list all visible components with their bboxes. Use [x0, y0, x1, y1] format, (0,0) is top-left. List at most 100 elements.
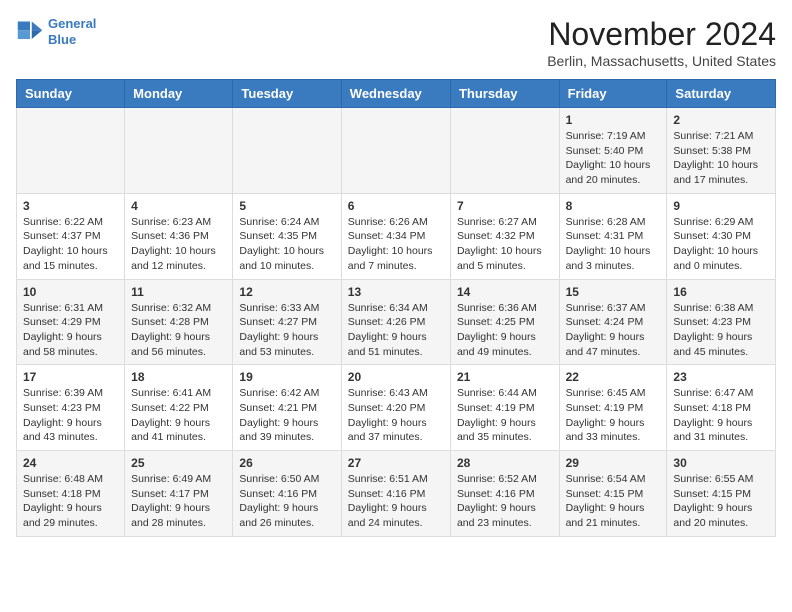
- calendar-cell: 18Sunrise: 6:41 AM Sunset: 4:22 PM Dayli…: [125, 365, 233, 451]
- calendar-cell: 1 Sunrise: 7:19 AM Sunset: 5:40 PM Daylig…: [559, 108, 667, 194]
- calendar-cell: [17, 108, 125, 194]
- day-info: Sunrise: 6:55 AM Sunset: 4:15 PM Dayligh…: [673, 472, 769, 531]
- day-info: Sunrise: 7:21 AM Sunset: 5:38 PM Dayligh…: [673, 129, 769, 188]
- day-info: Sunrise: 6:29 AM Sunset: 4:30 PM Dayligh…: [673, 215, 769, 274]
- weekday-header-monday: Monday: [125, 80, 233, 108]
- day-info: Sunrise: 6:34 AM Sunset: 4:26 PM Dayligh…: [348, 301, 444, 360]
- header: General Blue November 2024 Berlin, Massa…: [16, 16, 776, 69]
- day-info: Sunrise: 6:50 AM Sunset: 4:16 PM Dayligh…: [239, 472, 334, 531]
- calendar-cell: 28Sunrise: 6:52 AM Sunset: 4:16 PM Dayli…: [450, 451, 559, 537]
- day-number: 6: [348, 199, 444, 213]
- day-info: Sunrise: 6:45 AM Sunset: 4:19 PM Dayligh…: [566, 386, 661, 445]
- day-number: 20: [348, 370, 444, 384]
- calendar-cell: 4Sunrise: 6:23 AM Sunset: 4:36 PM Daylig…: [125, 193, 233, 279]
- day-number: 10: [23, 285, 118, 299]
- day-info: Sunrise: 6:26 AM Sunset: 4:34 PM Dayligh…: [348, 215, 444, 274]
- day-number: 1: [566, 113, 661, 127]
- calendar-cell: [450, 108, 559, 194]
- month-title: November 2024: [547, 16, 776, 53]
- day-number: 29: [566, 456, 661, 470]
- weekday-header-sunday: Sunday: [17, 80, 125, 108]
- calendar-cell: [341, 108, 450, 194]
- logo-text: General Blue: [48, 16, 96, 47]
- weekday-header-wednesday: Wednesday: [341, 80, 450, 108]
- day-info: Sunrise: 6:31 AM Sunset: 4:29 PM Dayligh…: [23, 301, 118, 360]
- day-number: 21: [457, 370, 553, 384]
- week-row-3: 10 Sunrise: 6:31 AM Sunset: 4:29 PM Dayli…: [17, 279, 776, 365]
- calendar-table: SundayMondayTuesdayWednesdayThursdayFrid…: [16, 79, 776, 537]
- day-info: Sunrise: 6:41 AM Sunset: 4:22 PM Dayligh…: [131, 386, 226, 445]
- day-info: Sunrise: 6:47 AM Sunset: 4:18 PM Dayligh…: [673, 386, 769, 445]
- calendar-cell: 2 Sunrise: 7:21 AM Sunset: 5:38 PM Daylig…: [667, 108, 776, 194]
- day-number: 25: [131, 456, 226, 470]
- logo-icon: [16, 18, 44, 46]
- week-row-4: 17Sunrise: 6:39 AM Sunset: 4:23 PM Dayli…: [17, 365, 776, 451]
- day-info: Sunrise: 6:38 AM Sunset: 4:23 PM Dayligh…: [673, 301, 769, 360]
- weekday-header-thursday: Thursday: [450, 80, 559, 108]
- calendar-cell: 13 Sunrise: 6:34 AM Sunset: 4:26 PM Dayli…: [341, 279, 450, 365]
- weekday-header-friday: Friday: [559, 80, 667, 108]
- calendar-cell: 12 Sunrise: 6:33 AM Sunset: 4:27 PM Dayli…: [233, 279, 341, 365]
- day-info: Sunrise: 6:49 AM Sunset: 4:17 PM Dayligh…: [131, 472, 226, 531]
- day-info: Sunrise: 6:51 AM Sunset: 4:16 PM Dayligh…: [348, 472, 444, 531]
- day-number: 17: [23, 370, 118, 384]
- calendar-cell: 11 Sunrise: 6:32 AM Sunset: 4:28 PM Dayli…: [125, 279, 233, 365]
- day-number: 30: [673, 456, 769, 470]
- calendar-cell: 6 Sunrise: 6:26 AM Sunset: 4:34 PM Daylig…: [341, 193, 450, 279]
- day-info: Sunrise: 6:22 AM Sunset: 4:37 PM Dayligh…: [23, 215, 118, 274]
- location-subtitle: Berlin, Massachusetts, United States: [547, 53, 776, 69]
- calendar-cell: 3 Sunrise: 6:22 AM Sunset: 4:37 PM Daylig…: [17, 193, 125, 279]
- week-row-1: 1 Sunrise: 7:19 AM Sunset: 5:40 PM Daylig…: [17, 108, 776, 194]
- day-number: 9: [673, 199, 769, 213]
- calendar-cell: [125, 108, 233, 194]
- calendar-cell: 9 Sunrise: 6:29 AM Sunset: 4:30 PM Daylig…: [667, 193, 776, 279]
- day-number: 22: [566, 370, 661, 384]
- day-number: 14: [457, 285, 553, 299]
- calendar-cell: 27 Sunrise: 6:51 AM Sunset: 4:16 PM Dayli…: [341, 451, 450, 537]
- day-info: Sunrise: 6:24 AM Sunset: 4:35 PM Dayligh…: [239, 215, 334, 274]
- day-number: 19: [239, 370, 334, 384]
- calendar-cell: 25 Sunrise: 6:49 AM Sunset: 4:17 PM Dayli…: [125, 451, 233, 537]
- day-number: 11: [131, 285, 226, 299]
- day-info: Sunrise: 6:44 AM Sunset: 4:19 PM Dayligh…: [457, 386, 553, 445]
- calendar-cell: 19 Sunrise: 6:42 AM Sunset: 4:21 PM Dayli…: [233, 365, 341, 451]
- calendar-cell: 14 Sunrise: 6:36 AM Sunset: 4:25 PM Dayli…: [450, 279, 559, 365]
- day-info: Sunrise: 6:48 AM Sunset: 4:18 PM Dayligh…: [23, 472, 118, 531]
- day-number: 8: [566, 199, 661, 213]
- day-number: 16: [673, 285, 769, 299]
- day-info: Sunrise: 6:27 AM Sunset: 4:32 PM Dayligh…: [457, 215, 553, 274]
- day-number: 23: [673, 370, 769, 384]
- day-number: 12: [239, 285, 334, 299]
- day-number: 13: [348, 285, 444, 299]
- day-info: Sunrise: 6:23 AM Sunset: 4:36 PM Dayligh…: [131, 215, 226, 274]
- calendar-cell: 20 Sunrise: 6:43 AM Sunset: 4:20 PM Dayli…: [341, 365, 450, 451]
- day-info: Sunrise: 6:43 AM Sunset: 4:20 PM Dayligh…: [348, 386, 444, 445]
- calendar-cell: 22 Sunrise: 6:45 AM Sunset: 4:19 PM Dayli…: [559, 365, 667, 451]
- day-number: 24: [23, 456, 118, 470]
- calendar-cell: [233, 108, 341, 194]
- day-info: Sunrise: 6:42 AM Sunset: 4:21 PM Dayligh…: [239, 386, 334, 445]
- title-area: November 2024 Berlin, Massachusetts, Uni…: [547, 16, 776, 69]
- calendar-cell: 17Sunrise: 6:39 AM Sunset: 4:23 PM Dayli…: [17, 365, 125, 451]
- calendar-cell: 16 Sunrise: 6:38 AM Sunset: 4:23 PM Dayli…: [667, 279, 776, 365]
- weekday-header-tuesday: Tuesday: [233, 80, 341, 108]
- day-number: 7: [457, 199, 553, 213]
- calendar-cell: 15Sunrise: 6:37 AM Sunset: 4:24 PM Dayli…: [559, 279, 667, 365]
- day-info: Sunrise: 7:19 AM Sunset: 5:40 PM Dayligh…: [566, 129, 661, 188]
- day-info: Sunrise: 6:32 AM Sunset: 4:28 PM Dayligh…: [131, 301, 226, 360]
- logo: General Blue: [16, 16, 96, 47]
- calendar-cell: 10 Sunrise: 6:31 AM Sunset: 4:29 PM Dayli…: [17, 279, 125, 365]
- day-number: 27: [348, 456, 444, 470]
- day-number: 28: [457, 456, 553, 470]
- day-number: 3: [23, 199, 118, 213]
- weekday-header-saturday: Saturday: [667, 80, 776, 108]
- logo-line1: General: [48, 16, 96, 31]
- logo-line2: Blue: [48, 32, 76, 47]
- week-row-2: 3 Sunrise: 6:22 AM Sunset: 4:37 PM Daylig…: [17, 193, 776, 279]
- day-info: Sunrise: 6:33 AM Sunset: 4:27 PM Dayligh…: [239, 301, 334, 360]
- week-row-5: 24 Sunrise: 6:48 AM Sunset: 4:18 PM Dayli…: [17, 451, 776, 537]
- day-info: Sunrise: 6:36 AM Sunset: 4:25 PM Dayligh…: [457, 301, 553, 360]
- day-number: 2: [673, 113, 769, 127]
- calendar-cell: 23 Sunrise: 6:47 AM Sunset: 4:18 PM Dayli…: [667, 365, 776, 451]
- day-info: Sunrise: 6:28 AM Sunset: 4:31 PM Dayligh…: [566, 215, 661, 274]
